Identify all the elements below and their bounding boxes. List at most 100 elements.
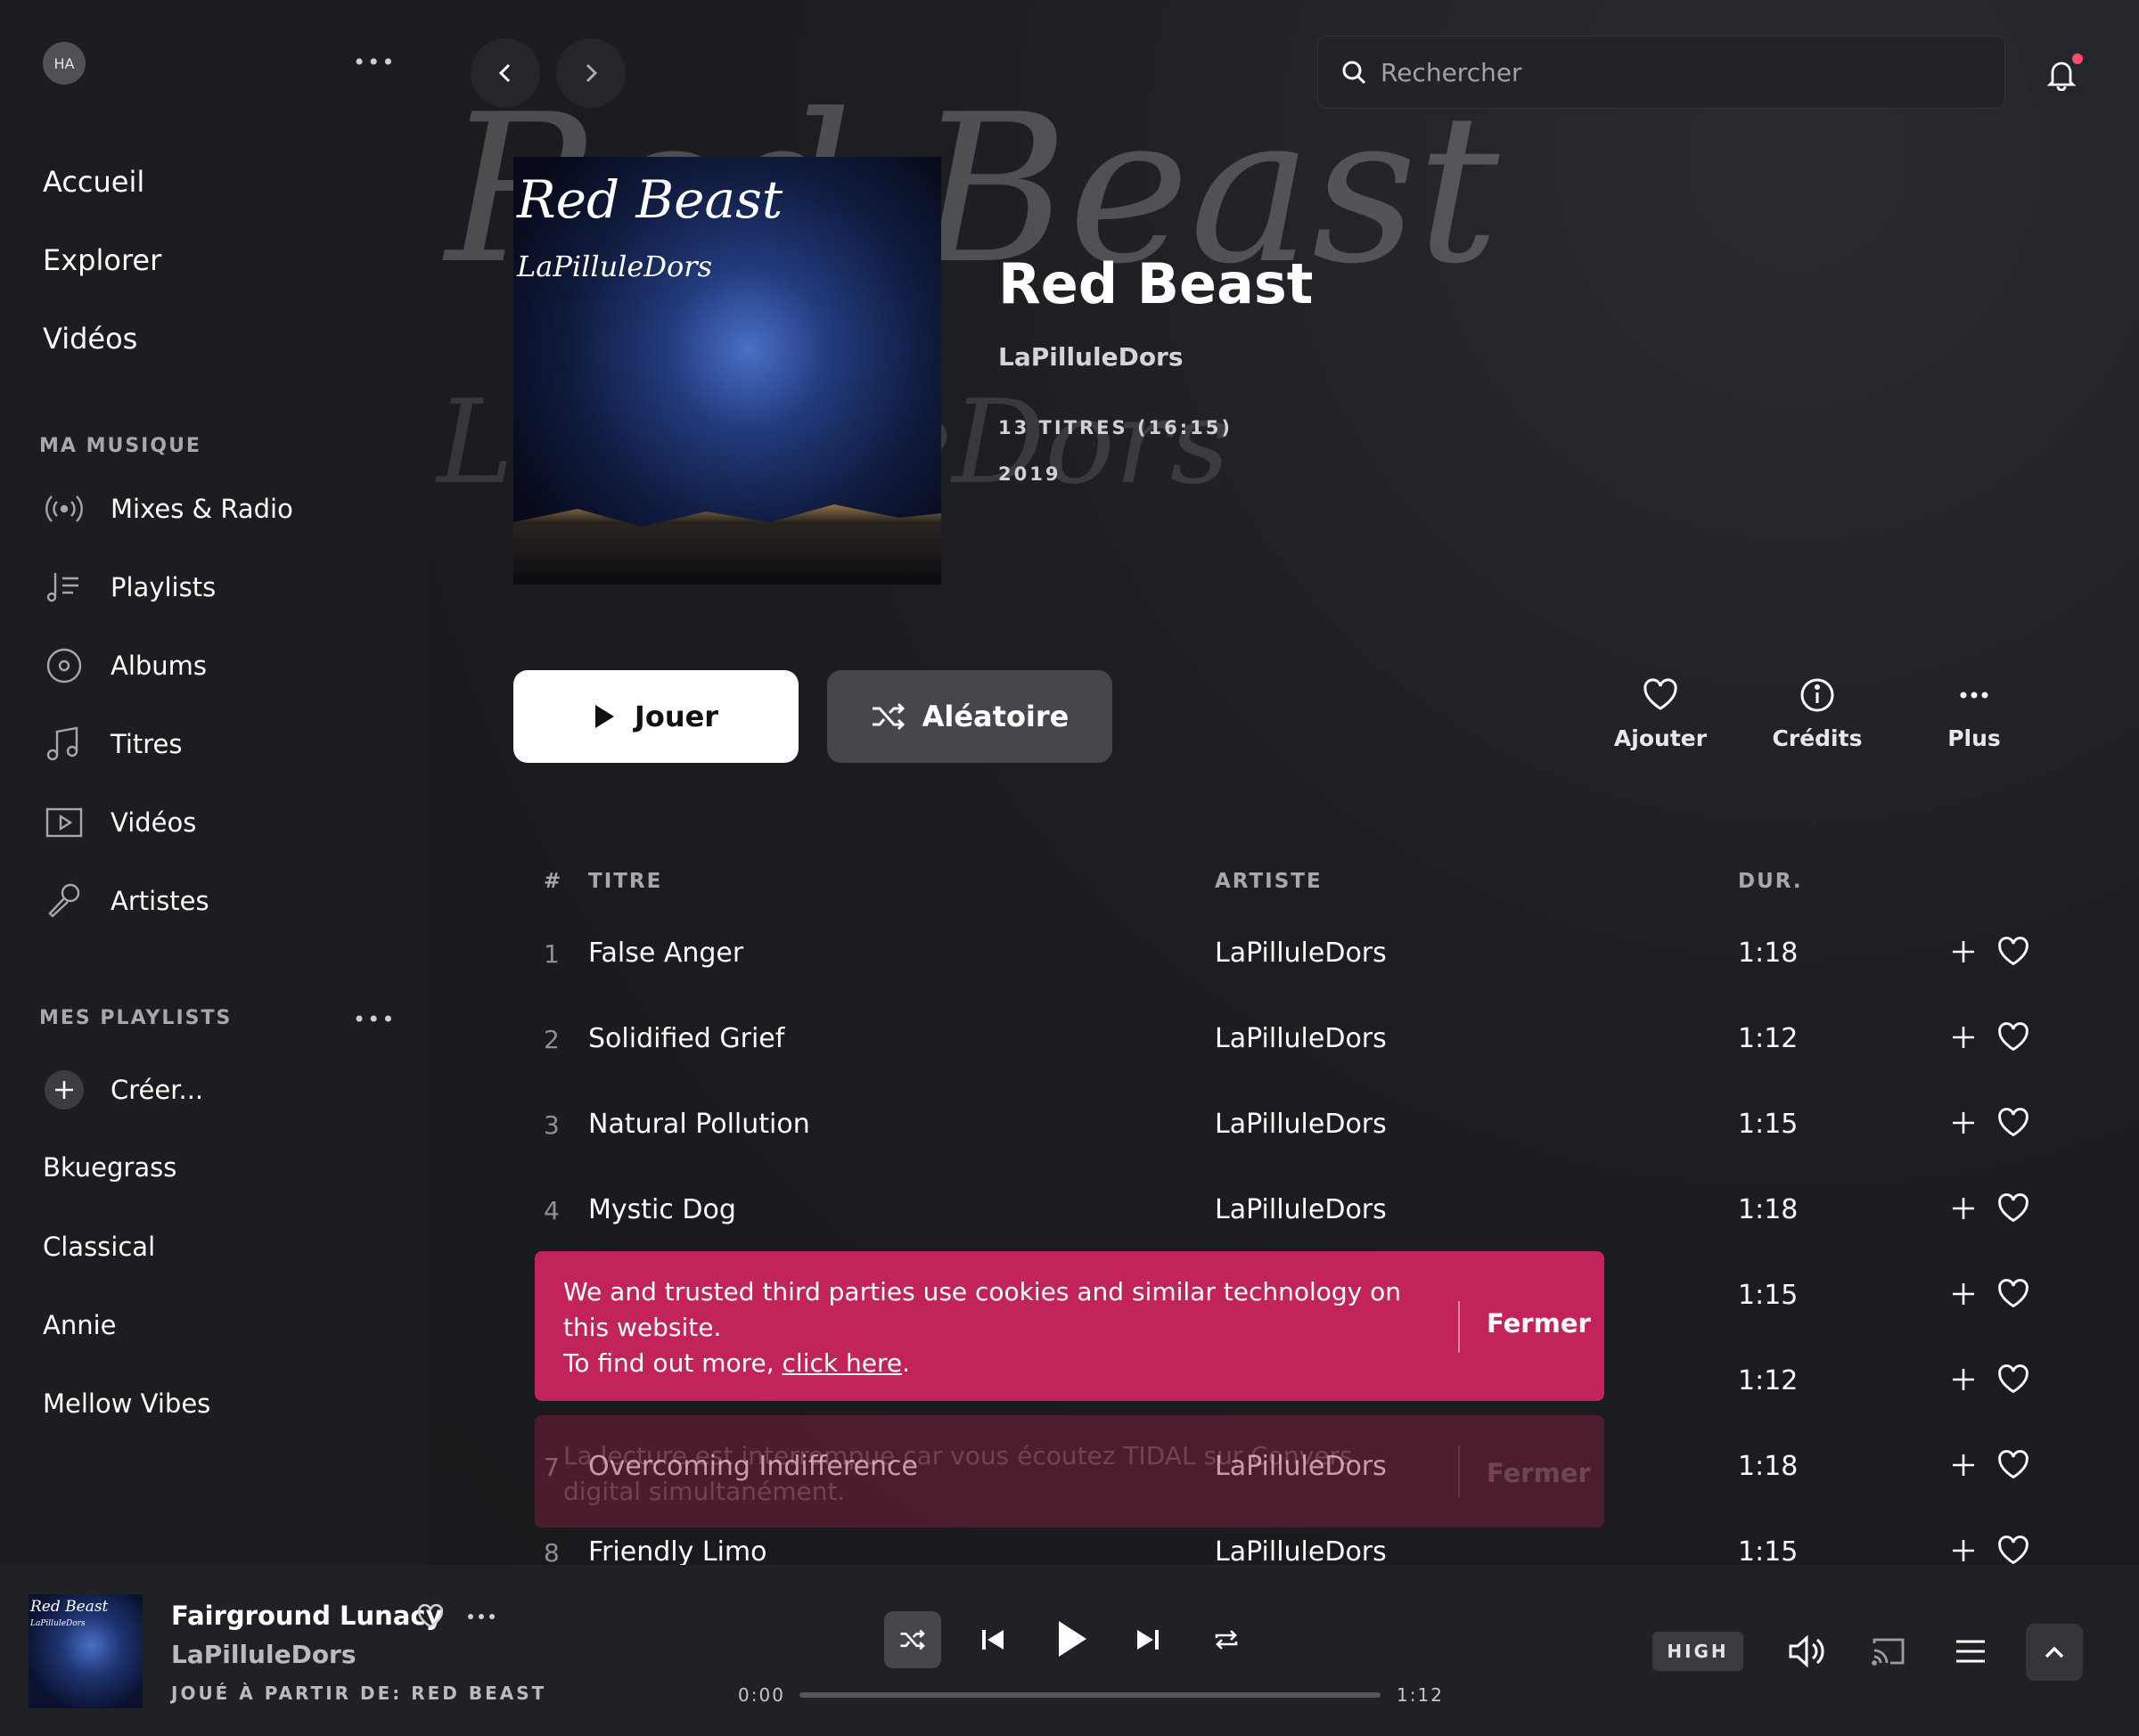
add-to-playlist-icon[interactable] <box>1947 1021 1979 1053</box>
track-artist[interactable]: LaPilluleDors <box>1215 1194 1387 1225</box>
notice-message: La lecture est interrompue car vous écou… <box>563 1441 1353 1506</box>
credits-label: Crédits <box>1772 725 1863 751</box>
track-artist[interactable]: LaPilluleDors <box>1215 1109 1387 1140</box>
album-title: Red Beast <box>998 251 1314 316</box>
nav-item-accueil[interactable]: Accueil <box>43 160 161 239</box>
volume-button[interactable] <box>1784 1629 1829 1674</box>
quality-badge[interactable]: HIGH <box>1652 1632 1743 1671</box>
sidebar-item-titres[interactable]: Titres <box>43 719 183 769</box>
sidebar: HA ••• Accueil Explorer Vidéos MA MUSIQU… <box>0 0 428 1565</box>
track-artist[interactable]: LaPilluleDors <box>1215 1023 1387 1054</box>
chevron-left-icon <box>498 63 511 83</box>
forward-button[interactable] <box>556 38 626 108</box>
cookie-close-button[interactable]: Fermer <box>1487 1308 1591 1339</box>
sidebar-playlist-item[interactable]: Bkuegrass <box>43 1152 176 1183</box>
cast-button[interactable] <box>1868 1631 1909 1672</box>
heart-icon[interactable] <box>1996 1449 2030 1481</box>
play-pause-button[interactable] <box>1046 1613 1098 1665</box>
track-title[interactable]: Friendly Limo <box>588 1536 767 1565</box>
track-row[interactable]: 2 Solidified Grief LaPilluleDors 1:12 <box>428 998 2139 1084</box>
track-title[interactable]: Natural Pollution <box>588 1109 810 1140</box>
repeat-icon <box>1215 1630 1238 1650</box>
now-playing-source[interactable]: JOUÉ À PARTIR DE: RED BEAST <box>171 1683 546 1704</box>
shuffle-toggle[interactable] <box>884 1611 941 1668</box>
next-button[interactable] <box>1128 1620 1168 1659</box>
track-title[interactable]: Solidified Grief <box>588 1023 784 1054</box>
heart-icon[interactable] <box>1996 1363 2030 1396</box>
play-button[interactable]: Jouer <box>513 670 799 763</box>
now-playing-more-button[interactable] <box>463 1604 499 1629</box>
add-to-playlist-icon[interactable] <box>1947 1192 1979 1224</box>
repeat-button[interactable] <box>1207 1620 1246 1659</box>
playlist-icon <box>43 566 86 609</box>
menu-icon <box>1956 1640 1985 1663</box>
avatar[interactable]: HA <box>43 42 86 85</box>
now-playing-title[interactable]: Fairground Lunacy <box>171 1601 443 1631</box>
track-row[interactable]: 3 Natural Pollution LaPilluleDors 1:15 <box>428 1084 2139 1169</box>
sidebar-playlist-item[interactable]: Annie <box>43 1310 117 1340</box>
track-title[interactable]: Mystic Dog <box>588 1194 736 1225</box>
sidebar-item-artistes[interactable]: Artistes <box>43 876 209 926</box>
sidebar-playlist-item[interactable]: Mellow Vibes <box>43 1388 210 1419</box>
notice-close-button[interactable]: Fermer <box>1487 1458 1591 1488</box>
add-to-playlist-icon[interactable] <box>1947 1449 1979 1481</box>
main-nav: Accueil Explorer Vidéos <box>43 160 161 396</box>
sidebar-item-videos[interactable]: Vidéos <box>43 798 196 848</box>
previous-button[interactable] <box>973 1620 1012 1659</box>
cookie-more-info-link[interactable]: click here <box>783 1348 903 1378</box>
now-playing-artist[interactable]: LaPilluleDors <box>171 1640 356 1669</box>
track-duration: 1:18 <box>1738 1194 1799 1225</box>
column-header-title[interactable]: TITRE <box>588 870 662 893</box>
playlists-more-icon[interactable]: ••• <box>353 1009 396 1030</box>
sidebar-item-albums[interactable]: Albums <box>43 641 207 691</box>
expand-player-button[interactable] <box>2026 1624 2083 1681</box>
album-artist-link[interactable]: LaPilluleDors <box>998 342 1184 372</box>
add-to-playlist-icon[interactable] <box>1947 1278 1979 1310</box>
add-to-playlist-icon[interactable] <box>1947 1107 1979 1139</box>
credits-action[interactable]: Crédits <box>1750 677 1884 751</box>
add-to-playlist-icon[interactable] <box>1947 1363 1979 1396</box>
sidebar-item-playlists[interactable]: Playlists <box>43 562 216 612</box>
plus-circle-icon <box>43 1069 86 1111</box>
track-row[interactable]: 4 Mystic Dog LaPilluleDors 1:18 <box>428 1169 2139 1255</box>
search-input[interactable] <box>1381 57 1915 87</box>
notifications-button[interactable] <box>2026 38 2097 110</box>
nav-item-explorer[interactable]: Explorer <box>43 239 161 317</box>
shuffle-button[interactable]: Aléatoire <box>827 670 1112 763</box>
my-playlists-heading: MES PLAYLISTS <box>39 1007 233 1029</box>
cover-title: Red Beast <box>517 169 783 230</box>
heart-icon[interactable] <box>1996 1535 2030 1565</box>
nav-item-videos[interactable]: Vidéos <box>43 317 161 396</box>
add-to-playlist-icon[interactable] <box>1947 1535 1979 1565</box>
create-label: Créer... <box>111 1075 204 1105</box>
sidebar-playlist-item[interactable]: Classical <box>43 1232 155 1262</box>
notice-divider <box>1458 1445 1460 1497</box>
more-action[interactable]: Plus <box>1907 677 2041 751</box>
heart-icon[interactable] <box>1996 1107 2030 1139</box>
queue-button[interactable] <box>1950 1631 1991 1672</box>
now-playing-cover[interactable]: Red Beast LaPilluleDors <box>29 1594 143 1708</box>
track-title[interactable]: False Anger <box>588 938 743 969</box>
track-artist[interactable]: LaPilluleDors <box>1215 938 1387 969</box>
profile-more-icon[interactable]: ••• <box>353 52 396 73</box>
add-favorite-action[interactable]: Ajouter <box>1594 677 1727 751</box>
column-header-duration[interactable]: DUR. <box>1738 870 1803 893</box>
create-playlist-button[interactable]: Créer... <box>43 1065 203 1115</box>
heart-icon[interactable] <box>1996 1278 2030 1310</box>
add-to-playlist-icon[interactable] <box>1947 936 1979 968</box>
play-label: Jouer <box>634 700 719 733</box>
column-header-artist[interactable]: ARTISTE <box>1215 870 1323 893</box>
heart-icon[interactable] <box>1996 936 2030 968</box>
sidebar-item-label: Titres <box>111 729 183 759</box>
back-button[interactable] <box>471 38 540 108</box>
sidebar-item-mixes-radio[interactable]: Mixes & Radio <box>43 484 293 534</box>
cookie-divider <box>1458 1301 1460 1353</box>
heart-icon[interactable] <box>1996 1192 2030 1224</box>
now-playing-favorite-button[interactable] <box>415 1602 446 1631</box>
cover-artist: LaPilluleDors <box>517 250 712 283</box>
track-artist[interactable]: LaPilluleDors <box>1215 1536 1387 1565</box>
cookie-message: We and trusted third parties use cookies… <box>563 1274 1437 1381</box>
track-row[interactable]: 1 False Anger LaPilluleDors 1:18 <box>428 913 2139 998</box>
heart-icon[interactable] <box>1996 1021 2030 1053</box>
progress-bar[interactable] <box>799 1692 1381 1698</box>
